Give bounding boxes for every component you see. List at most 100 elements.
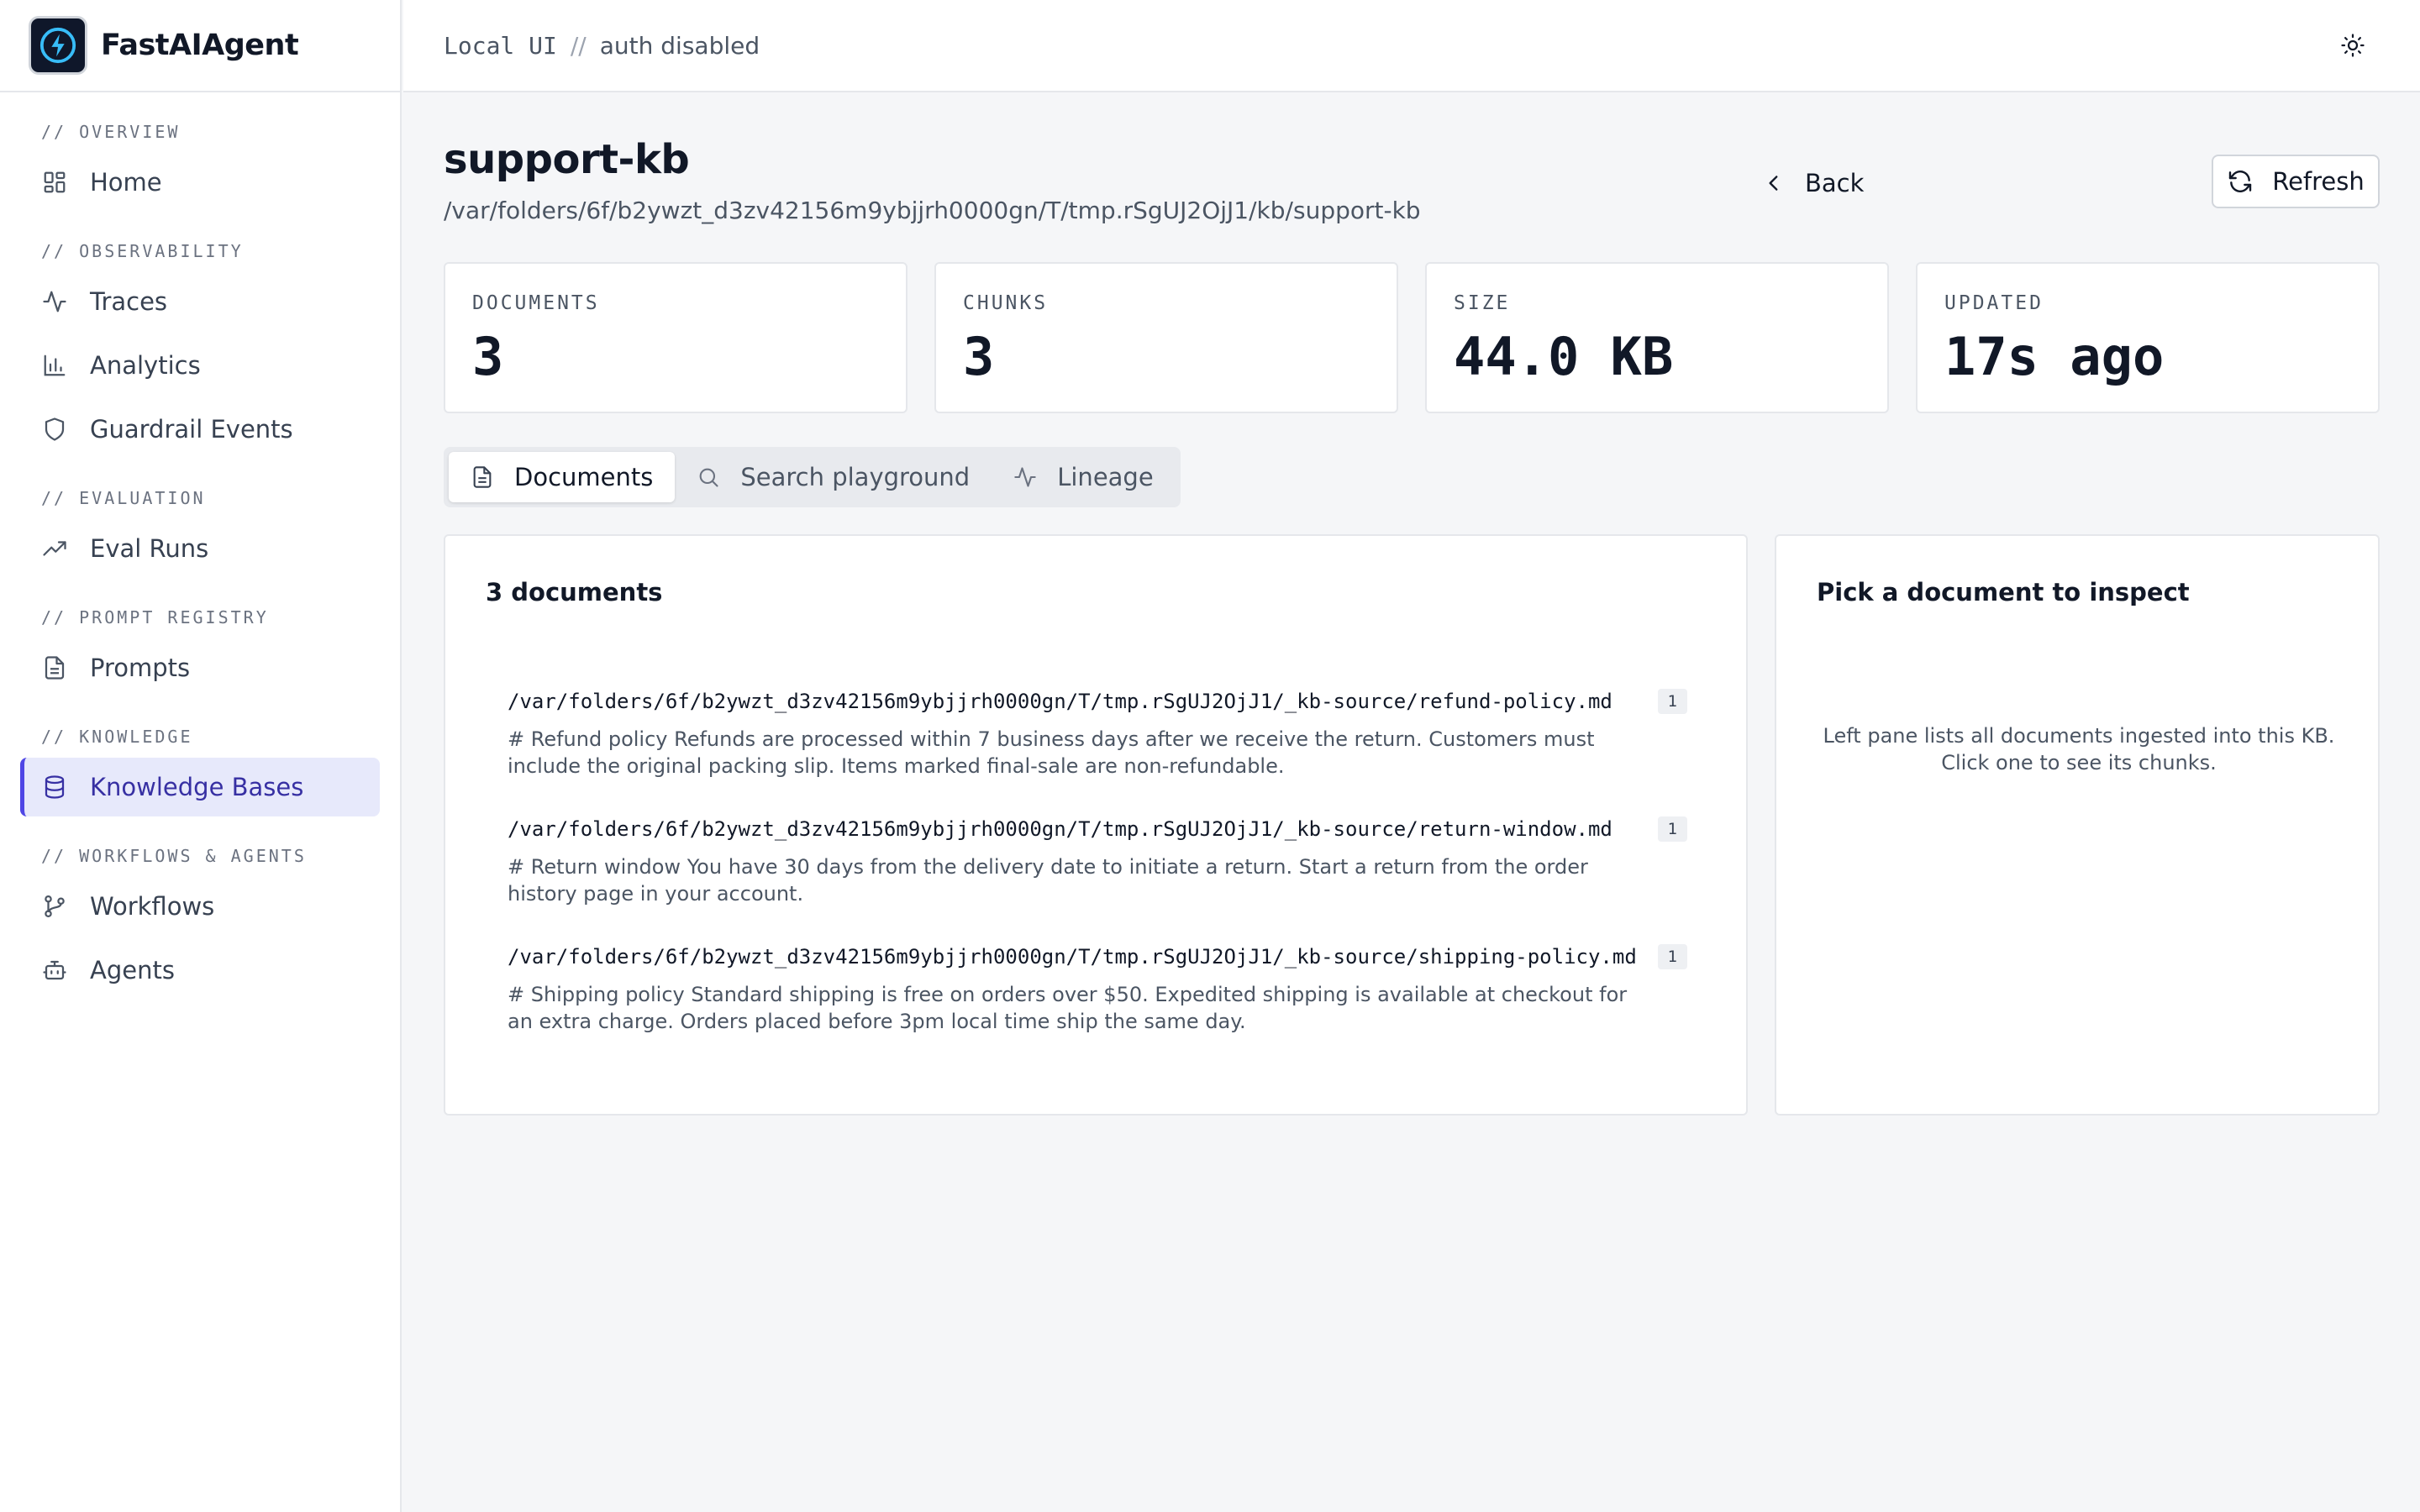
stat-label: SIZE bbox=[1454, 292, 1511, 314]
document-inspector-panel: Pick a document to inspect Left pane lis… bbox=[1775, 534, 2380, 1116]
sidebar-item-label: Prompts bbox=[90, 654, 191, 682]
back-button[interactable]: Back bbox=[1746, 161, 1881, 205]
list-item[interactable]: /var/folders/6f/b2ywzt_d3zv42156m9ybjjrh… bbox=[486, 689, 1709, 780]
sidebar-item-label: Agents bbox=[90, 956, 175, 984]
tab-label: Documents bbox=[514, 463, 654, 491]
stat-card-size: SIZE 44.0 KB bbox=[1425, 262, 1889, 413]
stat-label: DOCUMENTS bbox=[472, 292, 600, 314]
stat-card-chunks: CHUNKS 3 bbox=[934, 262, 1398, 413]
back-label: Back bbox=[1805, 169, 1865, 197]
file-text-icon bbox=[41, 654, 68, 681]
topbar: Local UI // auth disabled bbox=[403, 0, 2420, 92]
sidebar-item-label: Knowledge Bases bbox=[90, 773, 304, 801]
sidebar-item-label: Analytics bbox=[90, 351, 201, 380]
sidebar-item-traces[interactable]: Traces bbox=[20, 272, 380, 331]
sun-icon bbox=[2340, 33, 2365, 60]
document-list: /var/folders/6f/b2ywzt_d3zv42156m9ybjjrh… bbox=[486, 689, 1709, 1072]
inspector-hint: Left pane lists all documents ingested i… bbox=[1823, 724, 2335, 774]
stat-value: 44.0 KB bbox=[1454, 326, 1674, 387]
sidebar-item-eval-runs[interactable]: Eval Runs bbox=[20, 519, 380, 578]
sidebar-item-workflows[interactable]: Workflows bbox=[20, 877, 380, 936]
app-name: FastAIAgent bbox=[101, 29, 299, 62]
sidebar-item-home[interactable]: Home bbox=[20, 153, 380, 212]
nav-group-prompt-registry: // PROMPT REGISTRY Prompts bbox=[20, 606, 380, 697]
documents-panel: 3 documents /var/folders/6f/b2ywzt_d3zv4… bbox=[444, 534, 1748, 1116]
breadcrumb-separator: // bbox=[570, 31, 587, 60]
stat-value: 17s ago bbox=[1944, 326, 2165, 387]
stat-label: UPDATED bbox=[1944, 292, 2044, 314]
theme-toggle-button[interactable] bbox=[2338, 31, 2368, 61]
chunk-count-badge: 1 bbox=[1657, 816, 1687, 842]
grid-icon bbox=[41, 169, 68, 196]
auth-status: auth disabled bbox=[599, 31, 760, 60]
sidebar-item-label: Eval Runs bbox=[90, 534, 209, 563]
stat-value: 3 bbox=[963, 326, 995, 387]
sidebar-item-agents[interactable]: Agents bbox=[20, 941, 380, 1000]
refresh-label: Refresh bbox=[2272, 167, 2365, 196]
brand[interactable]: FastAIAgent bbox=[0, 0, 400, 92]
document-header: /var/folders/6f/b2ywzt_d3zv42156m9ybjjrh… bbox=[508, 689, 1687, 714]
git-branch-icon bbox=[41, 893, 68, 920]
sidebar-item-guardrail-events[interactable]: Guardrail Events bbox=[20, 400, 380, 459]
page-title: support-kb bbox=[444, 136, 690, 183]
refresh-icon bbox=[2227, 168, 2254, 195]
sidebar-item-prompts[interactable]: Prompts bbox=[20, 638, 380, 697]
stat-card-updated: UPDATED 17s ago bbox=[1916, 262, 2380, 413]
chunk-count-badge: 1 bbox=[1657, 944, 1687, 969]
document-path: /var/folders/6f/b2ywzt_d3zv42156m9ybjjrh… bbox=[508, 945, 1637, 969]
stat-label: CHUNKS bbox=[963, 292, 1049, 314]
sidebar-item-label: Guardrail Events bbox=[90, 415, 293, 444]
lightning-bolt-icon bbox=[29, 16, 87, 75]
database-icon bbox=[41, 774, 68, 801]
nav-heading-evaluation: // EVALUATION bbox=[41, 488, 206, 508]
trending-up-icon bbox=[41, 535, 68, 562]
sidebar-item-analytics[interactable]: Analytics bbox=[20, 336, 380, 395]
nav-heading-overview: // OVERVIEW bbox=[41, 122, 181, 142]
document-snippet: # Return window You have 30 days from th… bbox=[508, 855, 1588, 906]
chunk-count-badge: 1 bbox=[1657, 689, 1687, 714]
kb-path: /var/folders/6f/b2ywzt_d3zv42156m9ybjjrh… bbox=[444, 197, 1421, 224]
chevron-left-icon bbox=[1763, 172, 1785, 194]
nav-group-knowledge: // KNOWLEDGE Knowledge Bases bbox=[20, 726, 380, 816]
tab-label: Search playground bbox=[740, 463, 971, 491]
search-icon bbox=[697, 465, 720, 489]
tab-label: Lineage bbox=[1057, 463, 1154, 491]
list-item[interactable]: /var/folders/6f/b2ywzt_d3zv42156m9ybjjrh… bbox=[486, 944, 1709, 1035]
shield-icon bbox=[41, 416, 68, 443]
stat-card-documents: DOCUMENTS 3 bbox=[444, 262, 908, 413]
document-path: /var/folders/6f/b2ywzt_d3zv42156m9ybjjrh… bbox=[508, 817, 1612, 841]
sidebar: FastAIAgent // OVERVIEW Home // OBSERVAB… bbox=[0, 0, 402, 1512]
bot-icon bbox=[41, 957, 68, 984]
nav-heading-workflows-agents: // WORKFLOWS & AGENTS bbox=[41, 846, 307, 866]
kb-tabs: Documents Search playground Lineage bbox=[444, 447, 1181, 507]
file-text-icon bbox=[471, 465, 494, 489]
sidebar-item-knowledge-bases[interactable]: Knowledge Bases bbox=[20, 758, 380, 816]
nav-group-evaluation: // EVALUATION Eval Runs bbox=[20, 487, 380, 578]
document-path: /var/folders/6f/b2ywzt_d3zv42156m9ybjjrh… bbox=[508, 690, 1612, 713]
nav-group-overview: // OVERVIEW Home bbox=[20, 121, 380, 212]
tab-search-playground[interactable]: Search playground bbox=[675, 452, 992, 502]
sidebar-item-label: Workflows bbox=[90, 892, 215, 921]
sidebar-nav: // OVERVIEW Home // OBSERVABILITY Traces bbox=[0, 121, 400, 1000]
bar-chart-icon bbox=[41, 352, 68, 379]
inspector-title: Pick a document to inspect bbox=[1817, 578, 2190, 606]
stats-row: DOCUMENTS 3 CHUNKS 3 SIZE 44.0 KB UPDATE… bbox=[444, 262, 2380, 413]
sidebar-item-label: Traces bbox=[90, 287, 168, 316]
document-header: /var/folders/6f/b2ywzt_d3zv42156m9ybjjrh… bbox=[508, 944, 1687, 969]
document-snippet: # Shipping policy Standard shipping is f… bbox=[508, 983, 1628, 1033]
tab-documents[interactable]: Documents bbox=[449, 452, 676, 502]
tab-lineage[interactable]: Lineage bbox=[992, 452, 1175, 502]
nav-heading-prompt-registry: // PROMPT REGISTRY bbox=[41, 607, 269, 627]
document-snippet: # Refund policy Refunds are processed wi… bbox=[508, 727, 1595, 778]
document-header: /var/folders/6f/b2ywzt_d3zv42156m9ybjjrh… bbox=[508, 816, 1687, 842]
documents-count-title: 3 documents bbox=[486, 578, 663, 606]
activity-icon bbox=[1013, 465, 1037, 489]
nav-group-workflows-agents: // WORKFLOWS & AGENTS Workflows Agents bbox=[20, 845, 380, 1000]
environment-label: Local UI bbox=[444, 31, 557, 60]
sidebar-item-label: Home bbox=[90, 168, 162, 197]
nav-heading-observability: // OBSERVABILITY bbox=[41, 241, 244, 261]
list-item[interactable]: /var/folders/6f/b2ywzt_d3zv42156m9ybjjrh… bbox=[486, 816, 1709, 907]
refresh-button[interactable]: Refresh bbox=[2212, 155, 2380, 208]
stat-value: 3 bbox=[472, 326, 504, 387]
nav-heading-knowledge: // KNOWLEDGE bbox=[41, 727, 193, 747]
